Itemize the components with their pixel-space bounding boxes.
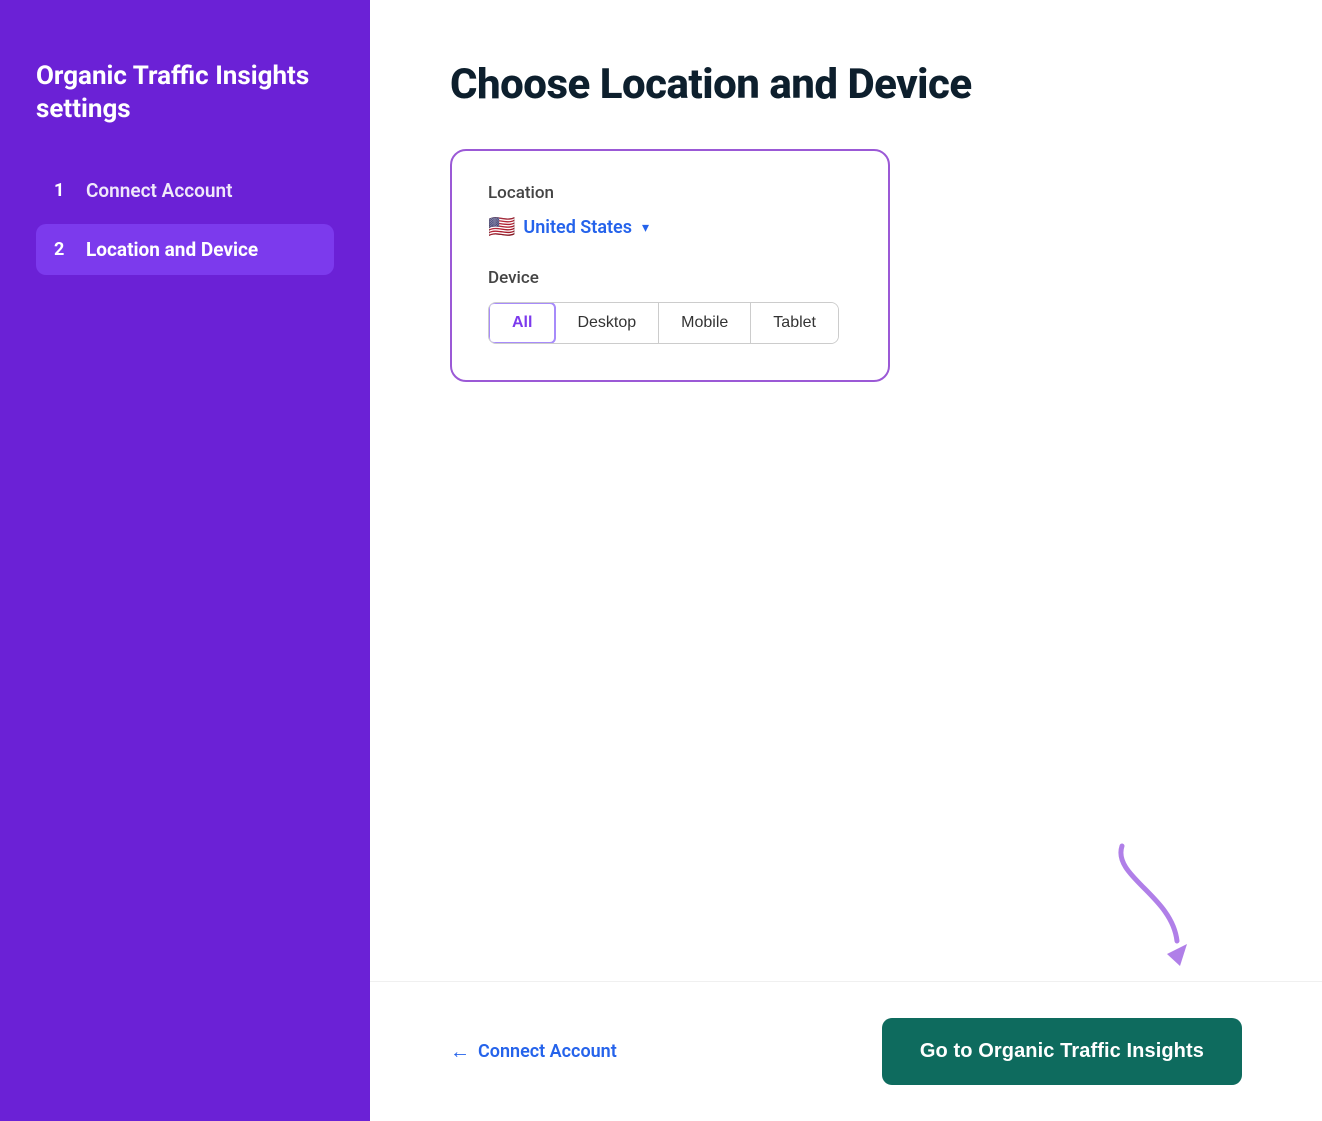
location-label: Location [488,183,852,203]
back-arrow-icon: ← [450,1039,470,1064]
location-value: United States [523,217,632,238]
sidebar-title: Organic Traffic Insights settings [36,60,334,125]
sidebar-item-label-location-device: Location and Device [86,238,258,261]
location-device-card: Location 🇺🇸 United States ▾ Device All D… [450,149,890,382]
back-link[interactable]: ← Connect Account [450,1039,617,1064]
sidebar-item-label-connect-account: Connect Account [86,179,233,202]
chevron-down-icon: ▾ [642,220,649,236]
device-option-all[interactable]: All [488,302,556,344]
bottom-bar: ← Connect Account Go to Organic Traffic … [370,981,1322,1121]
device-option-tablet[interactable]: Tablet [751,303,838,343]
device-options-group: All Desktop Mobile Tablet [488,302,839,344]
page-title: Choose Location and Device [450,60,1242,109]
sidebar: Organic Traffic Insights settings 1 Conn… [0,0,370,1121]
sidebar-item-location-device[interactable]: 2 Location and Device [36,224,334,275]
back-link-label: Connect Account [478,1041,617,1062]
device-option-mobile[interactable]: Mobile [659,303,751,343]
go-to-insights-button[interactable]: Go to Organic Traffic Insights [882,1018,1242,1085]
location-dropdown[interactable]: 🇺🇸 United States ▾ [488,215,852,240]
device-label: Device [488,268,852,288]
annotation-arrow [1092,836,1202,966]
us-flag-icon: 🇺🇸 [488,215,515,240]
main-content: Choose Location and Device Location 🇺🇸 U… [370,0,1322,1121]
device-option-desktop[interactable]: Desktop [555,303,659,343]
step-number-2: 2 [54,239,72,260]
step-number-1: 1 [54,180,72,201]
sidebar-item-connect-account[interactable]: 1 Connect Account [36,165,334,216]
